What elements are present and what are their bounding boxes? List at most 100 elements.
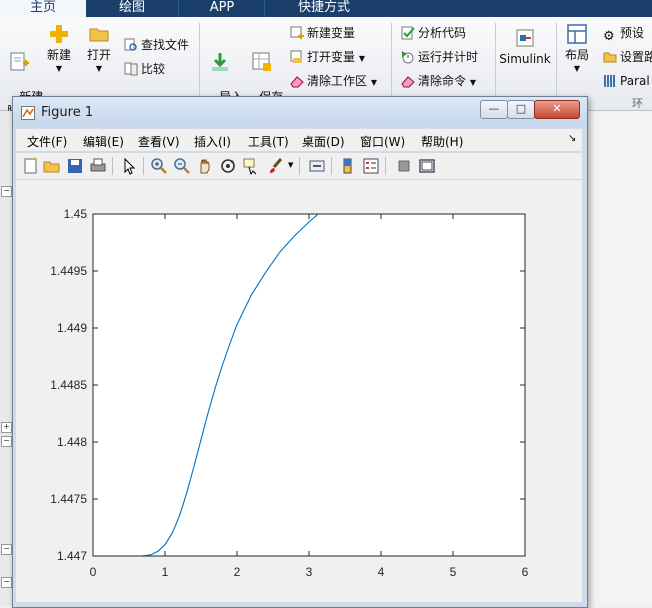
dock-arrow-icon[interactable]: ↘ (568, 133, 576, 144)
eraser-icon (290, 76, 304, 88)
dropdown-arrow-icon: ▼ (370, 78, 377, 87)
left-panel-strip: − + − − − (0, 111, 12, 606)
compare-button[interactable]: 比较 (124, 61, 165, 77)
legend-icon[interactable] (362, 157, 380, 175)
print-icon[interactable] (89, 157, 107, 175)
clear-commands-label: 清除命令 (418, 74, 467, 88)
ribbon-separator (556, 23, 557, 103)
open-variable-button[interactable]: 打开变量 ▼ (290, 49, 365, 67)
figure-title-bar[interactable]: Figure 1 — □ ✕ (13, 97, 587, 127)
run-and-time-button[interactable]: 运行并计时 (401, 49, 478, 65)
maximize-button[interactable]: □ (507, 100, 535, 119)
open-variable-icon (290, 50, 302, 63)
open-button[interactable]: 打开 ▼ (84, 23, 114, 76)
editor-background (586, 111, 652, 606)
analyze-code-button[interactable]: 分析代码 (401, 25, 466, 41)
tab-home[interactable]: 主页 (0, 0, 86, 17)
open-label: 打开 (86, 48, 111, 62)
close-button[interactable]: ✕ (534, 100, 580, 119)
eraser-icon (401, 76, 415, 88)
layout-button[interactable]: 布局 ▼ (562, 23, 592, 76)
colorbar-icon[interactable] (339, 157, 357, 175)
collapse-icon[interactable]: − (1, 544, 12, 555)
ribbon-separator (495, 23, 496, 103)
simulink-label: Simulink (499, 52, 551, 66)
pointer-icon[interactable] (121, 157, 139, 175)
run-and-time-label: 运行并计时 (418, 50, 479, 64)
compare-label: 比较 (141, 62, 166, 76)
set-path-label: 设置路 (620, 50, 652, 64)
simulink-icon (516, 29, 534, 47)
new-figure-icon[interactable] (22, 157, 40, 175)
new-label: 新建 (46, 48, 71, 62)
new-plus-icon (50, 25, 68, 43)
y-tick-label: 1.4495 (50, 264, 87, 278)
parallel-button[interactable]: Paral (603, 73, 650, 89)
new-script-icon (10, 52, 29, 71)
open-file-icon[interactable] (43, 157, 61, 175)
folder-icon (603, 52, 617, 63)
save-icon[interactable] (66, 157, 84, 175)
data-cursor-icon[interactable] (242, 157, 260, 175)
new-variable-button[interactable]: 新建变量 (290, 25, 355, 41)
dropdown-arrow-icon: ▼ (95, 64, 103, 73)
y-tick-label: 1.4485 (50, 378, 87, 392)
x-tick-label: 3 (306, 565, 313, 579)
collapse-icon[interactable]: − (1, 577, 12, 588)
tab-plots[interactable]: 绘图 (86, 0, 178, 17)
brush-dropdown-icon[interactable]: ▼ (288, 161, 293, 169)
zoom-out-icon[interactable] (173, 157, 191, 175)
menu-tools[interactable]: 工具(T) (248, 133, 289, 150)
matlab-figure-icon (21, 106, 35, 120)
collapse-icon[interactable]: − (1, 186, 12, 197)
set-path-button[interactable]: 设置路 (603, 49, 652, 65)
tab-shortcuts[interactable]: 快捷方式 (264, 0, 383, 17)
link-plot-icon[interactable] (308, 157, 326, 175)
y-tick-label: 1.45 (64, 207, 88, 221)
open-variable-label: 打开变量 (307, 50, 356, 64)
find-files-label: 查找文件 (141, 38, 190, 52)
menu-view[interactable]: 查看(V) (138, 133, 180, 150)
tab-apps[interactable]: APP (178, 0, 265, 17)
dropdown-arrow-icon: ▼ (573, 64, 581, 73)
preferences-button[interactable]: ⚙ 预设 (603, 25, 644, 44)
menu-file[interactable]: 文件(F) (27, 133, 67, 150)
show-plot-tools-icon[interactable] (418, 157, 436, 175)
rotate-icon[interactable] (219, 157, 237, 175)
y-tick-label: 1.449 (57, 321, 87, 335)
find-files-button[interactable]: 查找文件 (124, 37, 189, 53)
new-button[interactable]: 新建 ▼ (44, 23, 74, 76)
figure-title: Figure 1 (41, 105, 94, 120)
x-tick-label: 1 (162, 565, 169, 579)
line-chart[interactable]: 0 1 2 3 4 5 6 1.447 1.4475 1.448 1.4485 1.449 1.4495… (16, 180, 582, 602)
new-variable-icon (290, 26, 304, 39)
y-tick-label: 1.4475 (50, 492, 87, 506)
expand-icon[interactable]: + (1, 422, 12, 433)
zoom-in-icon[interactable] (150, 157, 168, 175)
gear-icon: ⚙ (603, 29, 615, 44)
menu-desktop[interactable]: 桌面(D) (302, 133, 345, 150)
toolbar-separator (385, 157, 386, 175)
folder-open-icon (89, 28, 109, 42)
ribbon-tab-bar: 主页 绘图 APP 快捷方式 (0, 0, 652, 17)
clear-workspace-label: 清除工作区 (307, 74, 368, 88)
compare-icon (124, 62, 138, 76)
menu-edit[interactable]: 编辑(E) (83, 133, 124, 150)
analyze-code-label: 分析代码 (418, 26, 467, 40)
x-tick-label: 0 (90, 565, 97, 579)
brush-icon[interactable] (267, 157, 285, 175)
hide-plot-tools-icon[interactable] (395, 157, 413, 175)
menu-insert[interactable]: 插入(I) (194, 133, 231, 150)
simulink-button[interactable]: Simulink (499, 27, 551, 66)
menu-window[interactable]: 窗口(W) (360, 133, 405, 150)
minimize-button[interactable]: — (480, 100, 508, 119)
clear-commands-button[interactable]: 清除命令 ▼ (401, 73, 476, 91)
menu-help[interactable]: 帮助(H) (421, 133, 463, 150)
collapse-icon[interactable]: − (1, 436, 12, 447)
x-tick-label: 6 (522, 565, 529, 579)
x-tick-label: 4 (378, 565, 385, 579)
layout-icon (567, 24, 587, 44)
run-time-icon (402, 51, 414, 64)
clear-workspace-button[interactable]: 清除工作区 ▼ (290, 73, 377, 91)
pan-icon[interactable] (196, 157, 214, 175)
